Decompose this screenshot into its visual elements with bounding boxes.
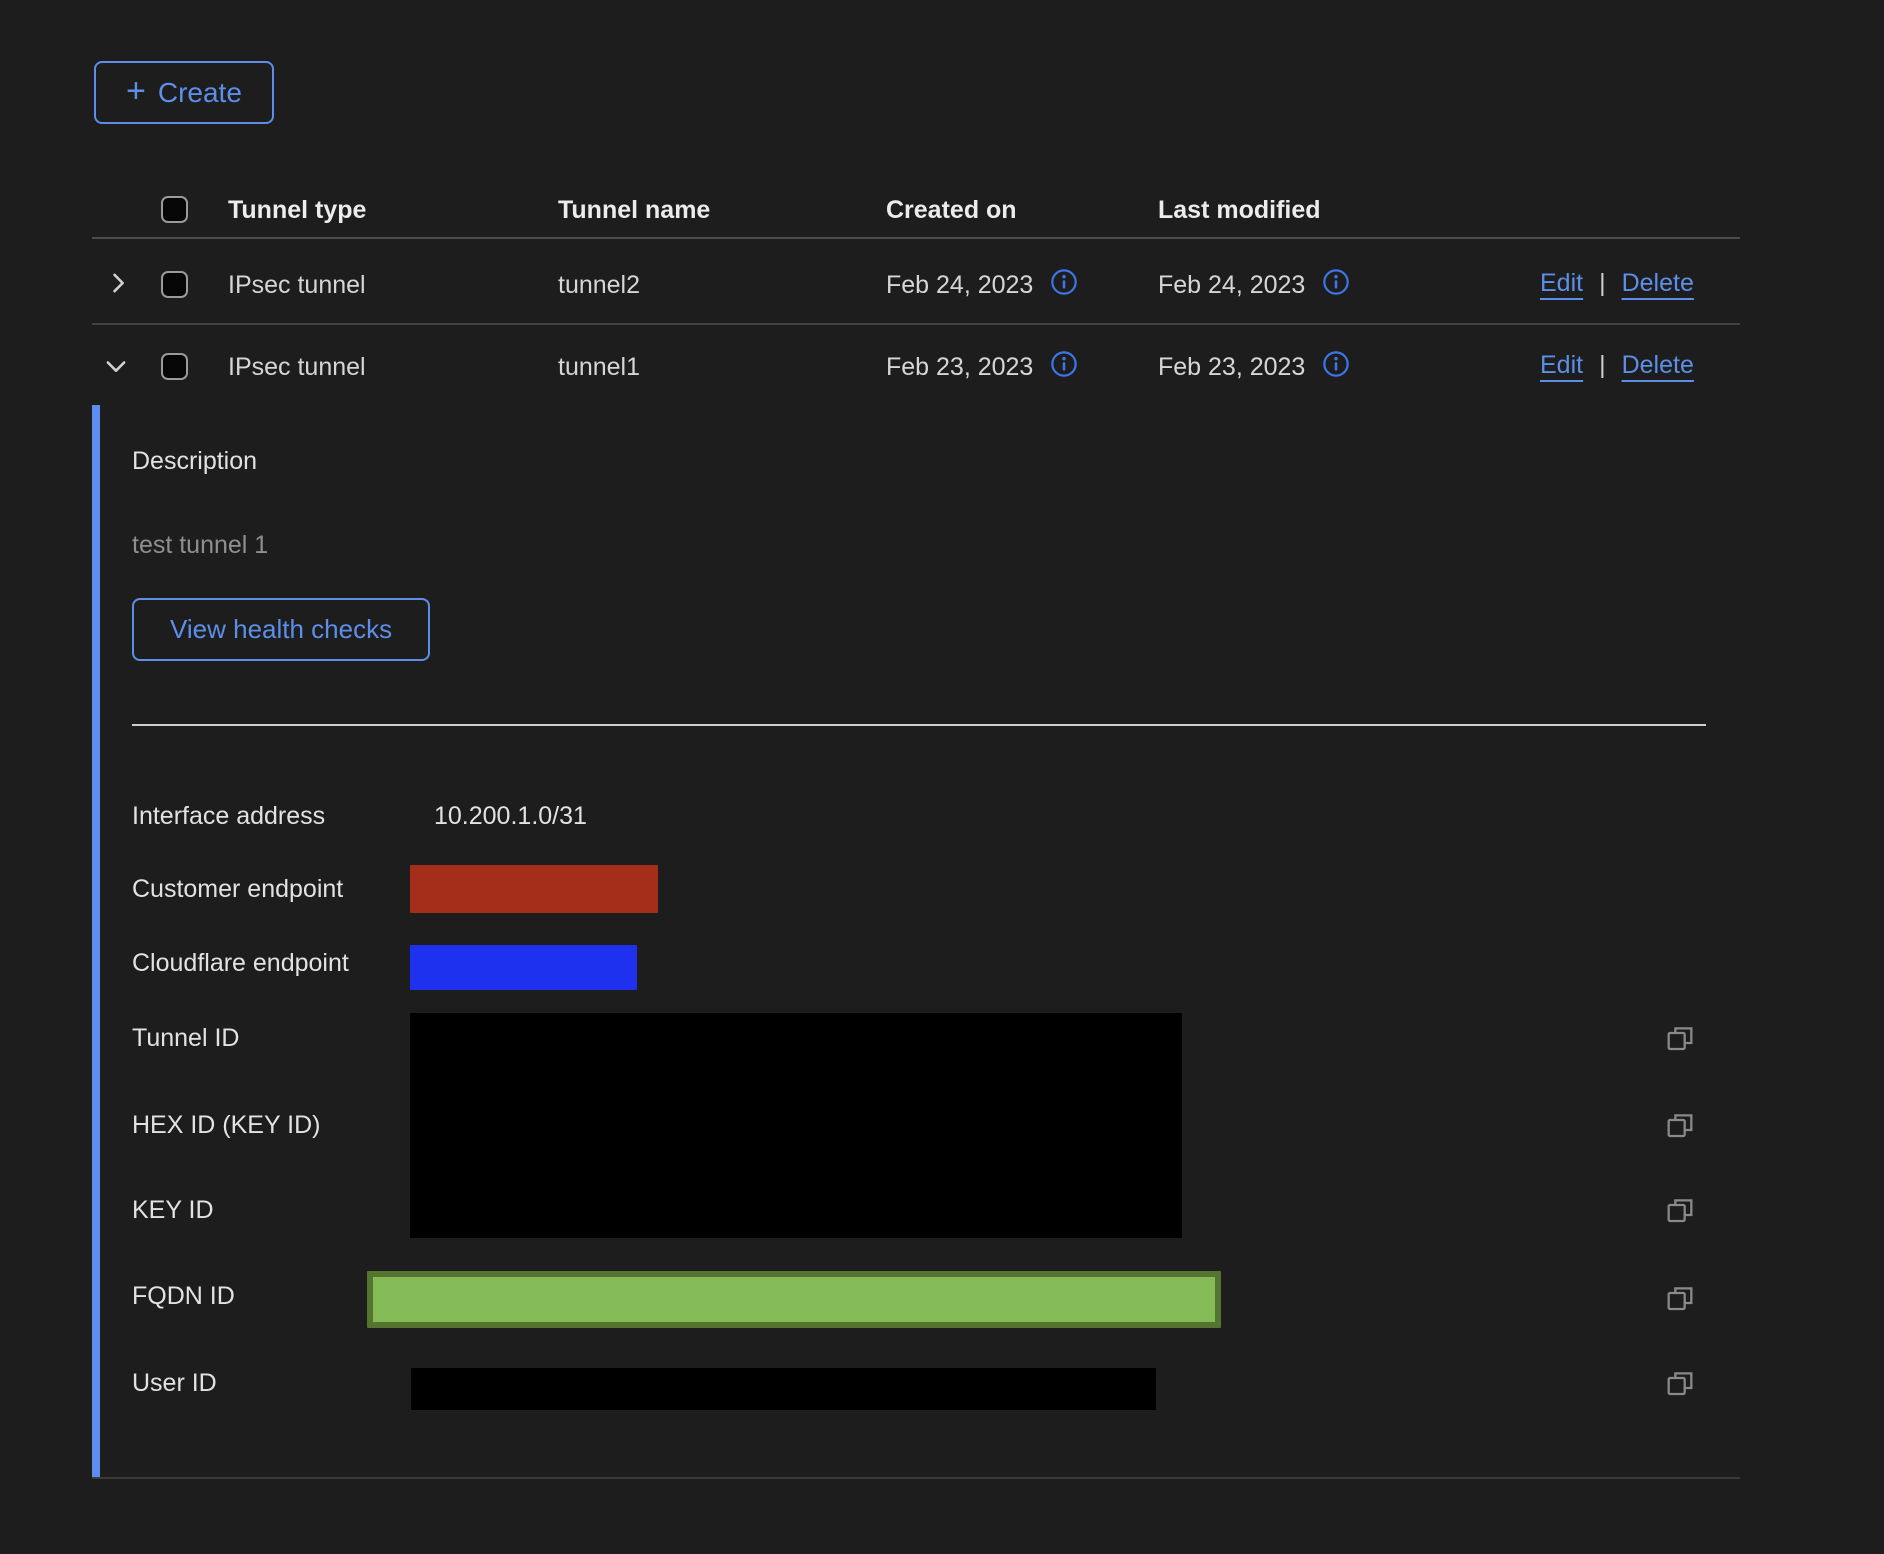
chevron-right-icon[interactable] bbox=[104, 269, 132, 302]
copy-tunnel-id-button[interactable] bbox=[1664, 1023, 1696, 1055]
copy-hex-id-button[interactable] bbox=[1664, 1110, 1696, 1142]
row-checkbox[interactable] bbox=[161, 271, 188, 298]
row-checkbox[interactable] bbox=[161, 353, 188, 380]
copy-icon bbox=[1664, 1368, 1696, 1400]
accent-bar bbox=[92, 405, 100, 1478]
hex-id-label: HEX ID (KEY ID) bbox=[132, 1110, 320, 1140]
info-icon[interactable] bbox=[1050, 268, 1078, 303]
cloudflare-endpoint-label: Cloudflare endpoint bbox=[132, 948, 349, 978]
row-divider bbox=[92, 323, 1740, 325]
last-modified-cell: Feb 24, 2023 bbox=[1158, 271, 1305, 300]
section-divider bbox=[132, 724, 1706, 726]
action-separator: | bbox=[1599, 269, 1606, 298]
column-header-tunnel-name: Tunnel name bbox=[558, 196, 710, 225]
edit-link[interactable]: Edit bbox=[1540, 269, 1583, 298]
key-id-label: KEY ID bbox=[132, 1195, 214, 1225]
user-id-redaction bbox=[411, 1368, 1156, 1410]
ipsec-tunnels-page: + Create Tunnel type Tunnel name Created… bbox=[0, 0, 1884, 1554]
customer-endpoint-redaction bbox=[410, 865, 658, 913]
delete-link[interactable]: Delete bbox=[1622, 269, 1694, 298]
copy-user-id-button[interactable] bbox=[1664, 1368, 1696, 1400]
panel-bottom-divider bbox=[92, 1477, 1740, 1479]
copy-icon bbox=[1664, 1110, 1696, 1142]
copy-icon bbox=[1664, 1023, 1696, 1055]
cloudflare-endpoint-redaction bbox=[410, 945, 637, 990]
view-health-checks-button[interactable]: View health checks bbox=[132, 598, 430, 661]
chevron-down-icon[interactable] bbox=[102, 352, 130, 385]
column-header-last-modified: Last modified bbox=[1158, 196, 1321, 225]
create-button[interactable]: + Create bbox=[94, 61, 274, 124]
last-modified-cell: Feb 23, 2023 bbox=[1158, 353, 1305, 382]
column-header-tunnel-type: Tunnel type bbox=[228, 196, 366, 225]
interface-address-value: 10.200.1.0/31 bbox=[434, 801, 587, 831]
customer-endpoint-label: Customer endpoint bbox=[132, 874, 343, 904]
delete-link[interactable]: Delete bbox=[1622, 351, 1694, 380]
fqdn-id-label: FQDN ID bbox=[132, 1281, 235, 1311]
copy-key-id-button[interactable] bbox=[1664, 1195, 1696, 1227]
interface-address-label: Interface address bbox=[132, 801, 325, 831]
edit-link[interactable]: Edit bbox=[1540, 351, 1583, 380]
info-icon[interactable] bbox=[1050, 350, 1078, 385]
description-label: Description bbox=[132, 446, 257, 476]
description-value: test tunnel 1 bbox=[132, 530, 268, 560]
tunnel-name-cell: tunnel1 bbox=[558, 353, 640, 382]
info-icon[interactable] bbox=[1322, 350, 1350, 385]
tunnel-name-cell: tunnel2 bbox=[558, 271, 640, 300]
created-on-cell: Feb 24, 2023 bbox=[886, 271, 1033, 300]
tunnel-type-cell: IPsec tunnel bbox=[228, 271, 366, 300]
tunnel-id-label: Tunnel ID bbox=[132, 1023, 239, 1053]
create-button-label: Create bbox=[158, 77, 242, 109]
copy-icon bbox=[1664, 1283, 1696, 1315]
select-all-checkbox[interactable] bbox=[161, 196, 188, 223]
ids-redaction-block bbox=[410, 1013, 1182, 1238]
plus-icon: + bbox=[126, 74, 146, 108]
fqdn-id-redaction bbox=[367, 1271, 1221, 1328]
copy-icon bbox=[1664, 1195, 1696, 1227]
tunnel-type-cell: IPsec tunnel bbox=[228, 353, 366, 382]
action-separator: | bbox=[1599, 351, 1606, 380]
copy-fqdn-id-button[interactable] bbox=[1664, 1283, 1696, 1315]
info-icon[interactable] bbox=[1322, 268, 1350, 303]
user-id-label: User ID bbox=[132, 1368, 217, 1398]
header-divider bbox=[92, 237, 1740, 239]
created-on-cell: Feb 23, 2023 bbox=[886, 353, 1033, 382]
column-header-created-on: Created on bbox=[886, 196, 1017, 225]
